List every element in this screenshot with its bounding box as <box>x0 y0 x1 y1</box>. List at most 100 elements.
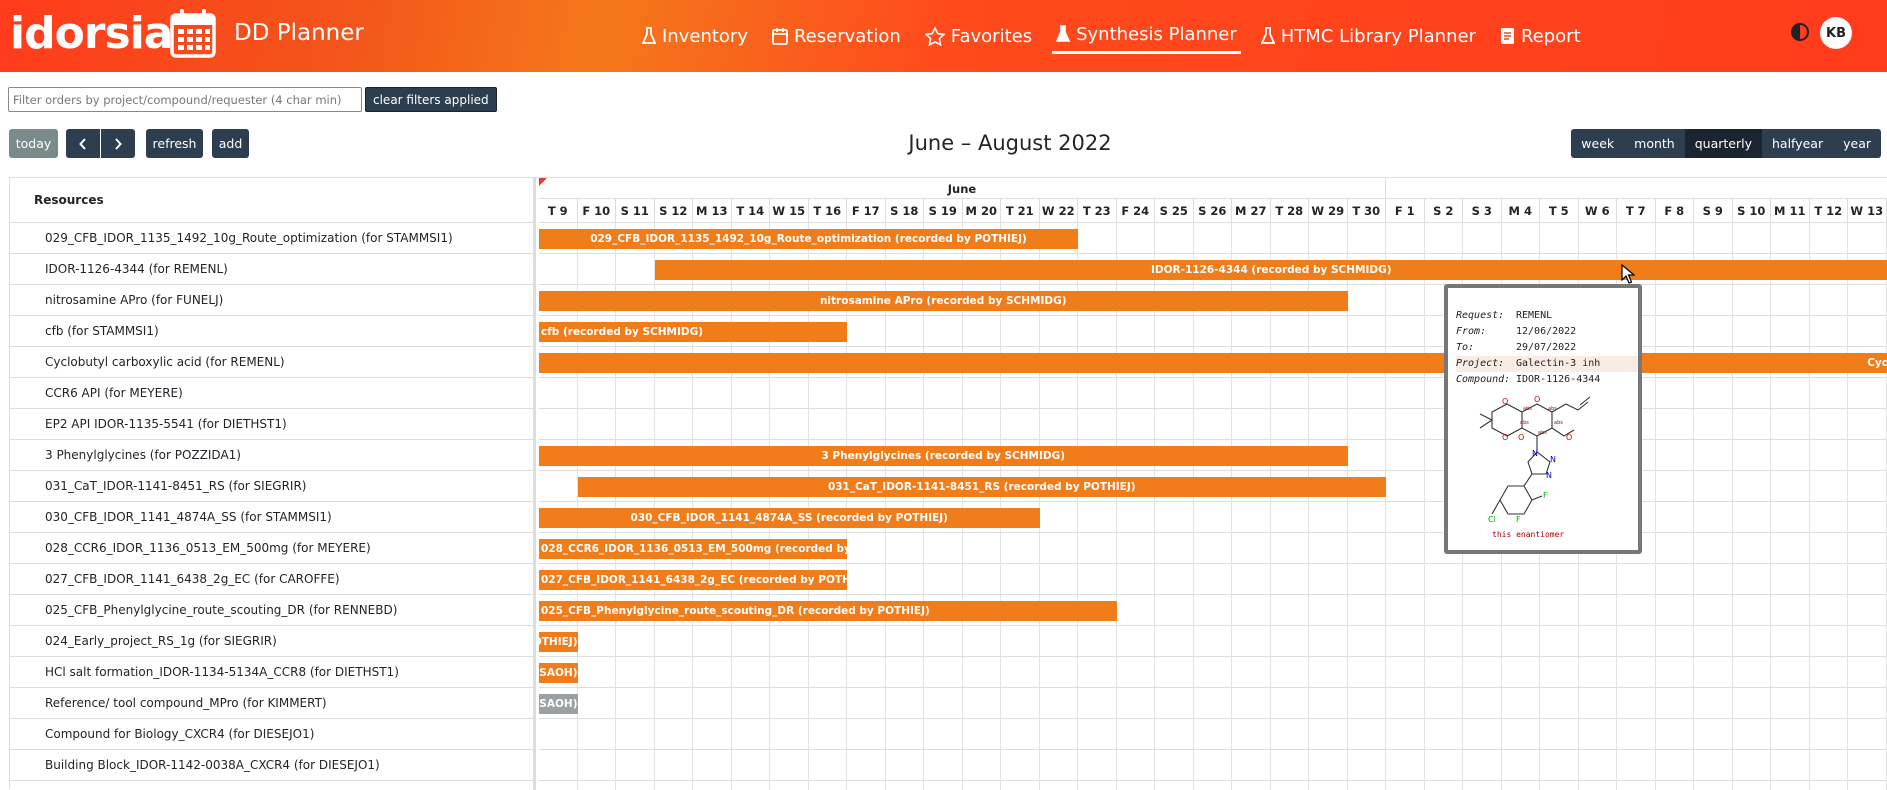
nav-reservation[interactable]: Reservation <box>760 0 913 72</box>
reservation-bar[interactable]: 030_CFB_IDOR_1141_4874A_SS (recorded by … <box>539 508 1040 528</box>
day-header-cell: S 19 <box>924 199 963 223</box>
resource-row[interactable]: Compound for Biology_CXCR4 (for DIESEJO1… <box>10 719 533 750</box>
reservation-bar[interactable]: 3 Phenylglycines (recorded by SCHMIDG) <box>539 446 1348 466</box>
nav-synthesis-planner-label: Synthesis Planner <box>1076 24 1237 45</box>
day-header-cell: T 14 <box>732 199 771 223</box>
row-gridline <box>539 594 1887 595</box>
day-header-cell: T 12 <box>1810 199 1849 223</box>
resource-row[interactable]: 028_CCR6_IDOR_1136_0513_EM_500mg (for ME… <box>10 533 533 564</box>
reservation-bar[interactable]: 031_CaT_IDOR-1141-8451_RS (recorded by P… <box>578 477 1387 497</box>
day-header-cell: S 2 <box>1425 199 1464 223</box>
compound-structure-image: O O O O O N N N F Cl F absabs absabs abs… <box>1462 392 1612 542</box>
resource-row[interactable]: EP2 API IDOR-1135-5541 (for DIETHST1) <box>10 409 533 440</box>
svg-text:O: O <box>1502 397 1508 406</box>
row-gridline <box>539 439 1887 440</box>
row-gridline <box>539 501 1887 502</box>
prev-button[interactable] <box>66 129 100 158</box>
reservation-bar[interactable]: 028_CCR6_IDOR_1136_0513_EM_500mg (record… <box>539 539 847 559</box>
tooltip-value: REMENL <box>1516 308 1552 324</box>
day-gridline <box>1886 223 1887 790</box>
tooltip-value: Galectin-3 inh <box>1516 356 1600 372</box>
refresh-button[interactable]: refresh <box>146 129 203 158</box>
resource-row[interactable]: 029_CFB_IDOR_1135_1492_10g_Route_optimiz… <box>10 223 533 254</box>
mouse-cursor-icon <box>1621 264 1635 284</box>
resources-header: Resources <box>10 178 533 223</box>
next-button[interactable] <box>101 129 135 158</box>
reservation-bar[interactable]: SSAOH) <box>539 663 578 683</box>
day-gridline <box>1655 223 1656 790</box>
row-gridline <box>539 377 1887 378</box>
theme-toggle-icon[interactable] <box>1790 22 1810 42</box>
reservation-bar[interactable]: 029_CFB_IDOR_1135_1492_10g_Route_optimiz… <box>539 229 1078 249</box>
resource-row[interactable]: 024_Early_project_RS_1g (for SIEGRIR) <box>10 626 533 657</box>
day-gridline <box>1385 223 1386 790</box>
add-button[interactable]: add <box>212 129 249 158</box>
nav-report-label: Report <box>1521 26 1581 47</box>
nav-synthesis-planner[interactable]: Synthesis Planner <box>1044 0 1249 72</box>
clear-filters-button[interactable]: clear filters applied <box>365 87 497 112</box>
row-gridline <box>539 284 1887 285</box>
nav-htmc-library-planner[interactable]: HTMC Library Planner <box>1249 0 1488 72</box>
resource-row[interactable]: 031_CaT_IDOR-1141-8451_RS (for SIEGRIR) <box>10 471 533 502</box>
resource-row[interactable]: Reference/ tool compound_MPro (for KIMME… <box>10 688 533 719</box>
chevron-right-icon <box>114 138 122 150</box>
tooltip-row: To:29/07/2022 <box>1456 340 1638 356</box>
day-header-cell: T 9 <box>539 199 578 223</box>
resource-row[interactable]: HCl salt formation_IDOR-1134-5134A_CCR8 … <box>10 657 533 688</box>
prev-next-group <box>66 129 137 158</box>
resource-row[interactable]: 025_CFB_Phenylglycine_route_scouting_DR … <box>10 595 533 626</box>
svg-text:abs: abs <box>1538 430 1547 436</box>
row-gridline <box>539 315 1887 316</box>
main-nav: Inventory Reservation Favorites Synthesi… <box>630 0 1593 72</box>
svg-text:F: F <box>1516 515 1521 524</box>
view-week-button[interactable]: week <box>1571 129 1624 158</box>
reservation-bar[interactable]: Cyc <box>539 353 1887 373</box>
nav-htmc-library-planner-label: HTMC Library Planner <box>1281 26 1476 47</box>
day-header-cell: F 24 <box>1117 199 1156 223</box>
resource-row[interactable]: CCR6 API (for MEYERE) <box>10 378 533 409</box>
day-gridline <box>1847 223 1848 790</box>
day-header-cell: S 9 <box>1694 199 1733 223</box>
resource-row[interactable]: IDOR-1126-4344 (for REMENL) <box>10 254 533 285</box>
resource-row[interactable]: cfb (for STAMMSI1) <box>10 316 533 347</box>
reservation-bar[interactable]: 027_CFB_IDOR_1141_6438_2g_EC (recorded b… <box>539 570 847 590</box>
company-logo[interactable]: idorsia <box>10 12 172 56</box>
nav-inventory[interactable]: Inventory <box>630 0 760 72</box>
day-header-cell: T 30 <box>1348 199 1387 223</box>
day-header-cell: W 13 <box>1848 199 1887 223</box>
reservation-bar[interactable]: OTHIEJ) <box>539 632 578 652</box>
order-filter-input[interactable] <box>8 87 362 112</box>
view-halfyear-button[interactable]: halfyear <box>1762 129 1833 158</box>
reservation-bar[interactable]: nitrosamine APro (recorded by SCHMIDG) <box>539 291 1348 311</box>
svg-text:Cl: Cl <box>1488 515 1496 524</box>
tooltip-key: From: <box>1456 324 1516 340</box>
day-header-cell: T 5 <box>1540 199 1579 223</box>
resource-row[interactable]: nitrosamine APro (for FUNELJ) <box>10 285 533 316</box>
view-year-button[interactable]: year <box>1833 129 1881 158</box>
resource-row[interactable]: 027_CFB_IDOR_1141_6438_2g_EC (for CAROFF… <box>10 564 533 595</box>
svg-text:abs: abs <box>1523 406 1532 412</box>
row-gridline <box>539 253 1887 254</box>
today-button[interactable]: today <box>9 129 58 158</box>
day-gridline <box>1424 223 1425 790</box>
row-gridline <box>539 532 1887 533</box>
nav-favorites[interactable]: Favorites <box>913 0 1044 72</box>
day-header-cell: S 11 <box>616 199 655 223</box>
reservation-bar[interactable]: SSAOH) <box>539 694 578 714</box>
view-month-button[interactable]: month <box>1624 129 1685 158</box>
svg-text:O: O <box>1534 395 1540 404</box>
resource-row[interactable]: Building Block_IDOR-1142-0038A_CXCR4 (fo… <box>10 750 533 781</box>
resource-row[interactable]: 3 Phenylglycines (for POZZIDA1) <box>10 440 533 471</box>
nav-report[interactable]: Report <box>1488 0 1593 72</box>
row-gridline <box>539 346 1887 347</box>
view-quarterly-button[interactable]: quarterly <box>1685 129 1762 158</box>
reservation-bar[interactable]: IDOR-1126-4344 (recorded by SCHMIDG) <box>655 260 1887 280</box>
row-gridline <box>539 687 1887 688</box>
top-navbar: idorsia DD Planner Inventory Reservation… <box>0 0 1887 72</box>
resource-row[interactable]: 030_CFB_IDOR_1141_4874A_SS (for STAMMSI1… <box>10 502 533 533</box>
reservation-bar[interactable]: cfb (recorded by SCHMIDG) <box>539 322 847 342</box>
view-switcher: week month quarterly halfyear year <box>1571 129 1881 158</box>
reservation-bar[interactable]: 025_CFB_Phenylglycine_route_scouting_DR … <box>539 601 1117 621</box>
user-avatar[interactable]: KB <box>1820 17 1852 49</box>
resource-row[interactable]: Cyclobutyl carboxylic acid (for REMENL) <box>10 347 533 378</box>
